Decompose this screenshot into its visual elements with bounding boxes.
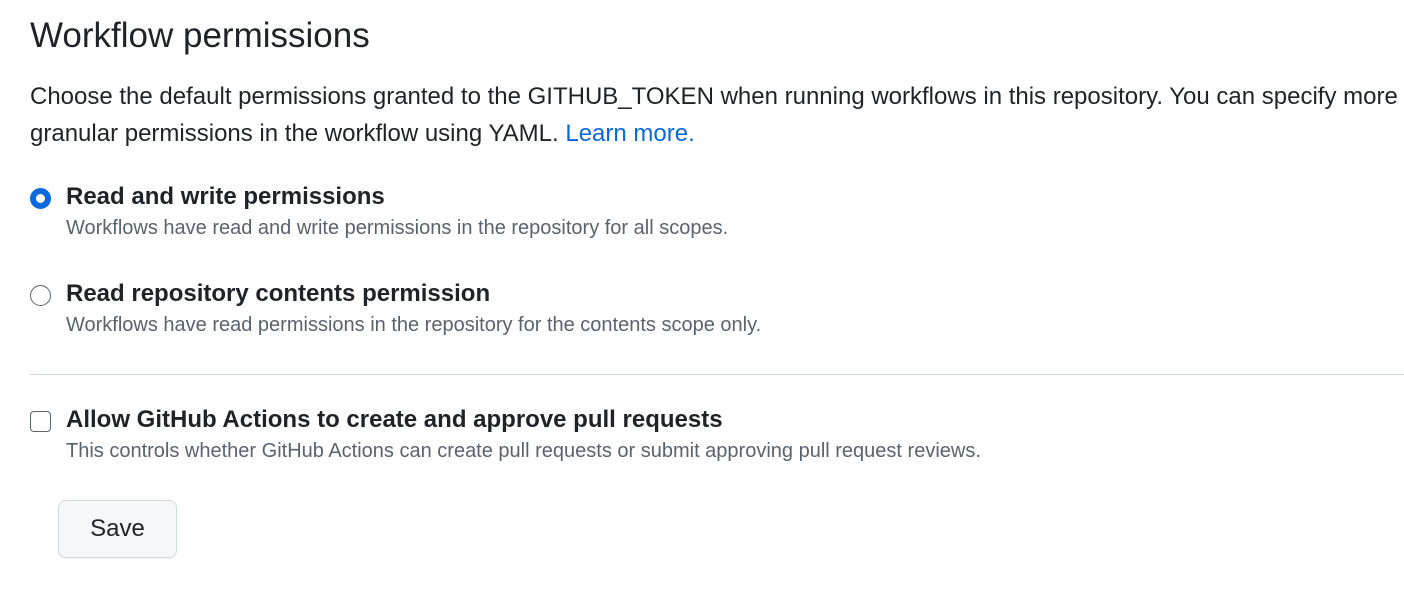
read-write-label[interactable]: Read and write permissions: [66, 180, 385, 214]
description-text: Choose the default permissions granted t…: [30, 83, 1398, 147]
read-contents-label[interactable]: Read repository contents permission: [66, 277, 490, 311]
section-divider: [30, 374, 1404, 375]
save-button[interactable]: Save: [58, 500, 177, 558]
allow-pull-requests-label[interactable]: Allow GitHub Actions to create and appro…: [66, 403, 723, 437]
section-description: Choose the default permissions granted t…: [30, 78, 1404, 152]
read-write-description: Workflows have read and write permission…: [66, 217, 729, 239]
read-contents-description: Workflows have read permissions in the r…: [66, 314, 762, 336]
read-contents-radio[interactable]: [30, 285, 51, 306]
allow-pull-requests-checkbox[interactable]: [30, 411, 51, 432]
section-title: Workflow permissions: [30, 16, 370, 55]
allow-pull-requests-description: This controls whether GitHub Actions can…: [66, 440, 981, 462]
learn-more-link[interactable]: Learn more.: [565, 120, 694, 147]
read-write-radio[interactable]: [30, 188, 51, 209]
